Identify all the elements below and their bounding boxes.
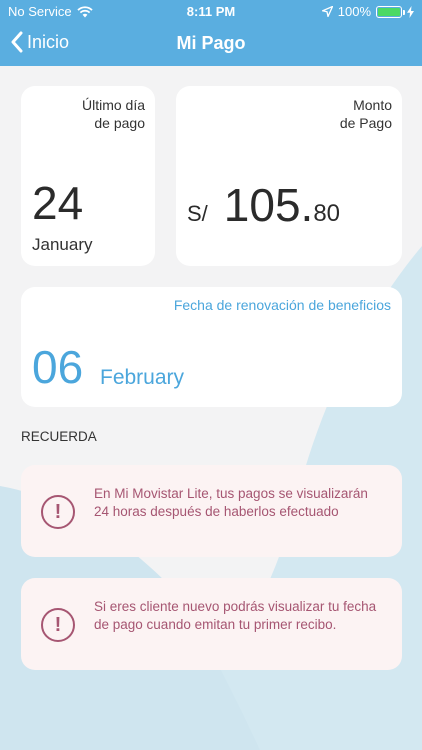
renewal-label: Fecha de renovación de beneficios [173,297,391,313]
payment-date-label: Último día de pago [82,96,145,132]
renewal-date-card: Fecha de renovación de beneficios 06 Feb… [21,287,402,407]
payment-date-label-line1: Último día [81,97,145,113]
exclamation-icon: ! [41,608,75,642]
payment-date-card: Último día de pago 24 January [21,86,155,266]
notice-card: ! Si eres cliente nuevo podrás visualiza… [21,578,402,670]
exclamation-icon: ! [41,495,75,529]
payment-amount-label-line1: Monto [353,97,392,113]
status-right: 100% [321,4,414,19]
currency-symbol: S/ [187,201,208,226]
renewal-month: February [100,366,185,389]
renewal-day: 06 [32,341,84,393]
payment-month: January [32,235,93,254]
notice-text: Si eres cliente nuevo podrás visualizar … [94,599,377,632]
charging-bolt-icon [407,5,414,18]
location-arrow-icon [321,6,333,17]
notice-card: ! En Mi Movistar Lite, tus pagos se visu… [21,465,402,557]
notice-text: En Mi Movistar Lite, tus pagos se visual… [94,486,368,519]
payment-amount-label-line2: de Pago [339,115,392,131]
section-title-recuerda: RECUERDA [21,429,97,444]
amount-decimal: 80 [313,200,341,227]
battery-percent: 100% [337,4,371,19]
app-header: No Service 8:11 PM 100% Inicio Mi Pago [0,0,422,66]
payment-amount-card: Monto de Pago S/ 105. 80 [176,86,402,266]
page-title: Mi Pago [176,33,246,53]
payment-amount-label: Monto de Pago [340,96,392,132]
status-bar: No Service 8:11 PM 100% [0,0,422,22]
battery-fill [378,7,400,16]
payment-date-label-line2: de pago [94,115,145,131]
amount-integer: 105. [223,179,314,231]
payment-amount-value: S/ 105. 80 [187,182,340,228]
battery-icon [376,5,405,18]
payment-day: 24 [32,177,84,229]
